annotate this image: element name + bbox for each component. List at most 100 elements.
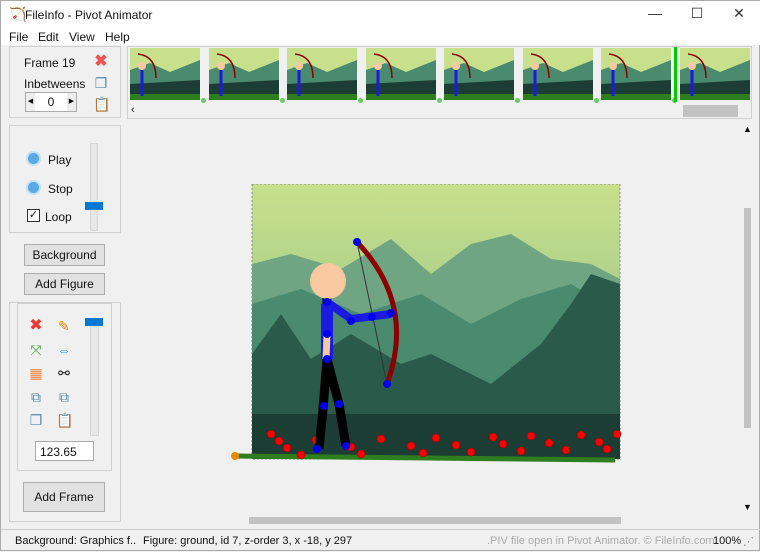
status-zoom: 100%: [713, 535, 742, 547]
play-icon[interactable]: [26, 151, 41, 166]
join-figure-icon[interactable]: ⚯: [56, 365, 72, 381]
play-button[interactable]: Play: [48, 153, 71, 167]
copy-frame-icon[interactable]: ❐: [93, 75, 109, 91]
bring-forward-icon[interactable]: ⧉: [28, 389, 44, 405]
flower-joint[interactable]: [431, 433, 441, 443]
paste-figure-icon[interactable]: 📋: [56, 412, 73, 428]
vertical-scrollbar[interactable]: ▲ ▼: [742, 122, 753, 514]
frame-thumbnail[interactable]: [444, 48, 514, 100]
inbetween-marker: [279, 98, 285, 103]
flower-joint[interactable]: [356, 449, 366, 459]
app-icon: 🏹: [9, 6, 27, 22]
scroll-up-icon[interactable]: ▲: [743, 124, 752, 134]
frame-thumbnail[interactable]: [365, 48, 436, 100]
flower-joint[interactable]: [594, 437, 604, 447]
scale-input[interactable]: 123.65: [35, 441, 94, 461]
loop-label: Loop: [45, 210, 72, 224]
timeline-scroll-thumb[interactable]: [683, 105, 738, 117]
flower-joint[interactable]: [576, 430, 586, 440]
horizontal-scroll-thumb[interactable]: [249, 517, 621, 524]
flower-joint[interactable]: [561, 445, 571, 455]
delete-frame-icon[interactable]: ✖: [93, 54, 109, 70]
flower-joint[interactable]: [274, 436, 284, 446]
paste-frame-icon[interactable]: 📋: [93, 96, 110, 112]
flower-joint[interactable]: [376, 434, 386, 444]
frame-thumbnail[interactable]: [287, 48, 357, 100]
flower-joint[interactable]: [418, 448, 428, 458]
scroll-down-icon[interactable]: ▼: [743, 502, 752, 512]
increment-button[interactable]: ▶: [67, 93, 76, 111]
title-bar: 🏹 FileInfo - Pivot Animator — ☐ ✕: [1, 1, 760, 29]
flower-joint[interactable]: [544, 438, 554, 448]
inbetween-marker: [201, 98, 206, 103]
flower-joint[interactable]: [406, 441, 416, 451]
status-info: .PIV file open in Pivot Animator. © File…: [487, 535, 715, 547]
background-button[interactable]: Background: [24, 244, 105, 266]
flower-joint[interactable]: [612, 429, 622, 439]
inbetweens-stepper[interactable]: ◀ 0 ▶: [25, 92, 77, 112]
frame-thumbnail[interactable]: [208, 48, 279, 100]
stop-icon[interactable]: [26, 180, 41, 195]
scroll-left-icon[interactable]: ‹: [131, 104, 135, 116]
inbetween-marker: [358, 98, 363, 103]
frame-thumbnail[interactable]: [679, 48, 750, 100]
figure-tools-panel: ✖ ✎ ⤧ ⇔ ▦ ⚯ ⧉ ⧉ ❐ 📋 123.65: [17, 303, 112, 471]
add-figure-button[interactable]: Add Figure: [24, 273, 105, 295]
selected-frame-marker: [674, 47, 677, 102]
frame-thumbnail[interactable]: [130, 48, 200, 100]
menu-edit[interactable]: Edit: [38, 30, 59, 44]
flower-joint[interactable]: [451, 440, 461, 450]
edit-figure-icon[interactable]: ✎: [56, 318, 72, 334]
menu-view[interactable]: View: [69, 30, 95, 44]
inbetweens-value[interactable]: 0: [35, 95, 67, 109]
frame-panel: Frame 19 Inbetweens ◀ 0 ▶ ✖ ❐ 📋: [9, 46, 121, 118]
center-figure-icon[interactable]: ⤧: [28, 342, 44, 358]
playback-panel: Play Stop ✓ Loop: [9, 125, 121, 233]
flower-joint[interactable]: [602, 444, 612, 454]
maximize-button[interactable]: ☐: [677, 5, 717, 25]
menu-bar: File Edit View Help: [1, 29, 760, 45]
flower-joint[interactable]: [498, 439, 508, 449]
resize-grip-icon[interactable]: ⋰: [743, 535, 754, 548]
timeline-scrollbar[interactable]: ‹: [128, 104, 750, 118]
minimize-button[interactable]: —: [635, 5, 675, 25]
flower-joint[interactable]: [488, 432, 498, 442]
frame-thumbnail[interactable]: [601, 48, 671, 100]
ground-origin-handle[interactable]: [231, 452, 239, 460]
flip-figure-icon[interactable]: ⇔: [56, 342, 72, 358]
loop-checkbox[interactable]: ✓: [27, 209, 40, 222]
flower-joint[interactable]: [296, 450, 306, 460]
size-slider[interactable]: [90, 318, 99, 436]
flower-joint[interactable]: [466, 447, 476, 457]
decrement-button[interactable]: ◀: [26, 93, 35, 111]
animation-stage[interactable]: [231, 184, 623, 466]
speed-slider-thumb[interactable]: [85, 202, 103, 210]
close-button[interactable]: ✕: [719, 5, 759, 25]
color-figure-icon[interactable]: ▦: [28, 365, 44, 381]
horizontal-scrollbar[interactable]: [127, 515, 741, 526]
menu-help[interactable]: Help: [105, 30, 130, 44]
copy-figure-icon[interactable]: ❐: [28, 412, 44, 428]
flower-joint[interactable]: [266, 429, 276, 439]
menu-file[interactable]: File: [9, 30, 28, 44]
status-bar: Background: Graphics f.. Figure: ground,…: [1, 529, 760, 552]
size-slider-thumb[interactable]: [85, 318, 103, 326]
add-frame-button[interactable]: Add Frame: [23, 482, 105, 512]
inbetweens-label: Inbetweens: [24, 77, 86, 91]
flower-joint[interactable]: [282, 443, 292, 453]
frame-label: Frame 19: [24, 56, 76, 70]
speed-slider[interactable]: [90, 143, 98, 231]
stop-button[interactable]: Stop: [48, 182, 73, 196]
window-title: FileInfo - Pivot Animator: [25, 8, 153, 22]
frame-thumbnail[interactable]: [522, 48, 593, 100]
inbetween-marker: [593, 98, 599, 103]
status-figure: Figure: ground, id 7, z-order 3, x -18, …: [143, 535, 353, 547]
status-background: Background: Graphics f..: [15, 535, 137, 547]
delete-figure-icon[interactable]: ✖: [28, 318, 44, 334]
inbetween-marker: [515, 98, 520, 103]
inbetween-marker: [436, 98, 442, 103]
flower-joint[interactable]: [526, 431, 536, 441]
flower-joint[interactable]: [516, 446, 526, 456]
vertical-scroll-thumb[interactable]: [744, 208, 751, 428]
send-backward-icon[interactable]: ⧉: [56, 389, 72, 405]
